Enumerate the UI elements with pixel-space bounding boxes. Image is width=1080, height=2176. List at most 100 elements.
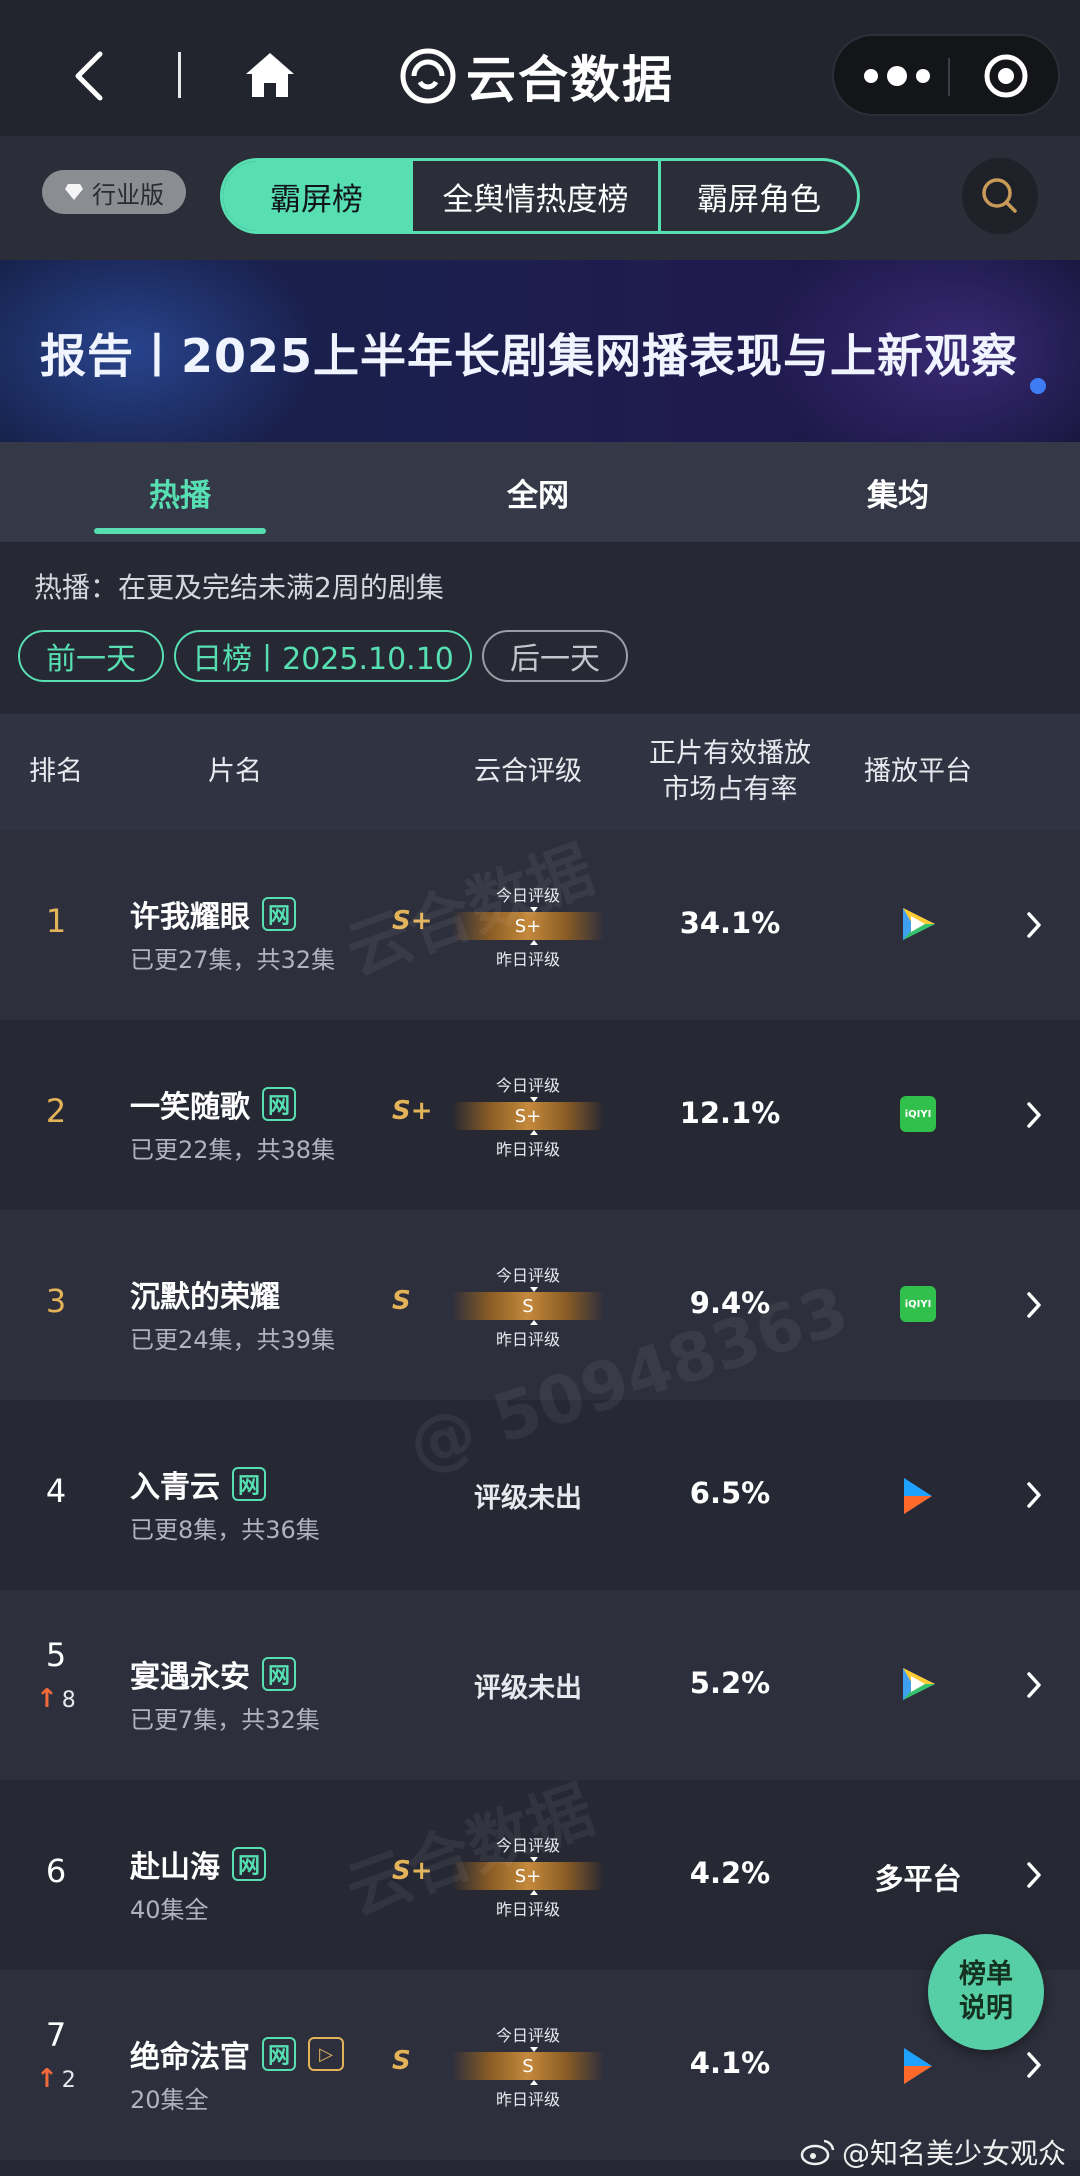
chevron-right-icon[interactable] [1024,1480,1044,1510]
tab-rebo[interactable]: 热播 [94,442,266,542]
grade-bar: S+ [452,1857,604,1895]
back-arrow-icon[interactable] [70,48,110,104]
youku-icon [856,1476,980,1516]
tab-quanwang[interactable]: 全网 [452,442,624,542]
prev-day-button[interactable]: 前一天 [18,630,164,682]
search-icon[interactable] [962,158,1038,234]
divider [178,52,181,98]
date-area: 热播：在更及完结未满2周的剧集 前一天 日榜丨2025.10.10 后一天 [0,542,1080,714]
industry-edition-badge[interactable]: 行业版 [42,170,186,214]
ranking-type-segment: 霸屏榜 全舆情热度榜 霸屏角色 [220,158,860,234]
top-bar: 云合数据 [0,0,1080,136]
youku-icon [856,2046,980,2086]
weibo-icon [800,2139,835,2166]
report-banner[interactable]: 报告丨2025上半年长剧集网播表现与上新观察 [0,260,1080,442]
drama-title: 入青云网 [130,1462,266,1506]
grade-pending: 评级未出 [474,1483,582,1514]
grade-compare: 今日评级 S 昨日评级 [446,1262,610,1349]
web-drama-badge: 网 [262,2037,296,2071]
grade-bar: S [452,2047,604,2085]
grade-value: S+ [392,906,433,936]
yesterday-grade-label: 昨日评级 [495,950,560,969]
segment-quanyuqing[interactable]: 全舆情热度榜 [413,161,661,231]
today-grade-label: 今日评级 [495,1076,560,1095]
table-row[interactable]: 3 沉默的荣耀 已更24集，共39集 S 今日评级 S 昨日评级 9.4% iQIYI [0,1210,1080,1400]
current-date-button[interactable]: 日榜丨2025.10.10 [174,630,472,682]
today-grade-label: 今日评级 [495,1266,560,1285]
rank-number: 4 [45,1472,67,1510]
grade-compare: 今日评级 S+ 昨日评级 [446,1072,610,1159]
platform-label: 多平台 [874,1862,962,1896]
diamond-icon [65,184,83,200]
episode-info: 已更27集，共32集 [130,946,336,974]
chevron-right-icon[interactable] [1024,1100,1044,1130]
today-grade-label: 今日评级 [495,886,560,905]
brand: 云合数据 [400,44,674,109]
industry-label: 行业版 [92,180,164,209]
table-row[interactable]: 5 ↑ 8 宴遇永安网已更7集，共32集 评级未出 5.2% [0,1590,1080,1780]
market-share: 4.1% [689,2046,771,2080]
up-arrow-icon: ↑ [36,1684,58,1714]
rank-change: ↑ 2 [36,2064,76,2094]
mini-program-capsule [832,34,1060,116]
more-options-icon[interactable] [864,62,930,90]
up-arrow-icon: ↑ [36,2064,58,2094]
table-row[interactable]: 4 入青云网已更8集，共36集 评级未出 6.5% [0,1400,1080,1590]
grade-value: S [392,1286,411,1316]
chevron-right-icon[interactable] [1024,1860,1044,1890]
banner-title: 报告丨2025上半年长剧集网播表现与上新观察 [40,329,1019,383]
drama-title: 赴山海网 [130,1842,266,1886]
table-row[interactable]: 1 许我耀眼网已更27集，共32集 S+ 今日评级 S+ 昨日评级 34.1% [0,830,1080,1020]
grade-compare: 今日评级 S+ 昨日评级 [446,1832,610,1919]
next-day-button[interactable]: 后一天 [482,630,628,682]
grade-pending: 评级未出 [474,1673,582,1704]
rank-number: 5 [45,1636,67,1674]
grade-compare: 今日评级 S+ 昨日评级 [446,882,610,969]
episode-info: 已更8集，共36集 [130,1516,320,1544]
web-drama-badge: 网 [232,1847,266,1881]
brand-title: 云合数据 [466,51,674,109]
market-share: 6.5% [689,1476,771,1510]
yesterday-grade-label: 昨日评级 [495,1900,560,1919]
vip-play-badge: ▷ [308,2037,344,2071]
brand-logo-icon [400,48,456,104]
rank-number: 7 [45,2016,67,2054]
rank-change: ↑ 8 [36,1684,76,1714]
grade-compare: 今日评级 S 昨日评级 [446,2022,610,2109]
table-row[interactable]: 6 赴山海网 40集全 S+ 今日评级 S+ 昨日评级 4.2% 多平台 [0,1780,1080,1970]
close-target-icon[interactable] [982,52,1030,100]
grade-value: S+ [392,1856,433,1886]
tencent-video-icon [856,906,980,942]
web-drama-badge: 网 [262,1087,296,1121]
chevron-right-icon[interactable] [1024,1290,1044,1320]
chevron-right-icon[interactable] [1024,910,1044,940]
scope-tabs: 热播 全网 集均 [0,442,1080,542]
weibo-watermark: @知名美少女观众 [800,2132,1066,2172]
chevron-right-icon[interactable] [1024,2050,1044,2080]
table-row[interactable]: 2 一笑随歌网已更22集，共38集 S+ 今日评级 S+ 昨日评级 12.1% iQI… [0,1020,1080,1210]
web-drama-badge: 网 [262,1657,296,1691]
iqiyi-icon: iQIYI [856,1286,980,1322]
home-icon[interactable] [244,50,296,100]
header-name: 片名 [208,756,262,787]
tab-jijun[interactable]: 集均 [812,442,984,542]
header-rank: 排名 [29,756,83,787]
grade-bar: S+ [452,1097,604,1135]
episode-info: 40集全 [130,1896,209,1924]
web-drama-badge: 网 [232,1467,266,1501]
chevron-right-icon[interactable] [1024,1670,1044,1700]
ranking-explanation-button[interactable]: 榜单 说明 [928,1934,1044,2050]
episode-info: 已更7集，共32集 [130,1706,320,1734]
episode-info: 已更24集，共39集 [130,1326,336,1354]
grade-value: S [392,2046,411,2076]
header-grade: 云合评级 [474,756,582,787]
filter-bar: 行业版 霸屏榜 全舆情热度榜 霸屏角色 [0,136,1080,260]
web-drama-badge: 网 [262,897,296,931]
segment-bapingbang[interactable]: 霸屏榜 [223,161,413,231]
header-share: 正片有效播放 市场占有率 [649,738,811,805]
drama-title: 沉默的荣耀 [130,1280,280,1315]
banner-indicator [1030,378,1046,394]
iqiyi-icon: iQIYI [856,1096,980,1132]
grade-bar: S [452,1287,604,1325]
segment-bapingjuese[interactable]: 霸屏角色 [661,161,857,231]
